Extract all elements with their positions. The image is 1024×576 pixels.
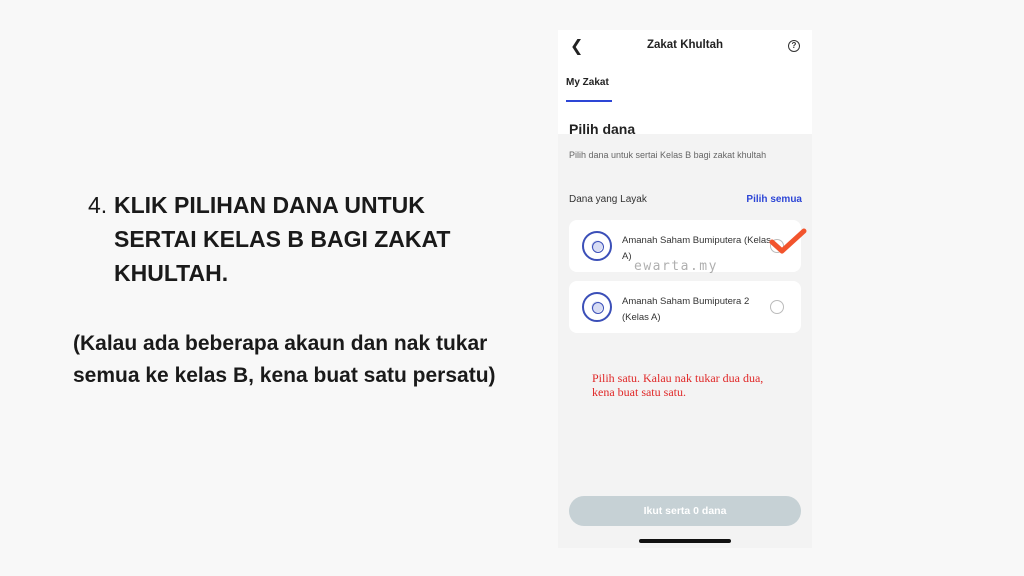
tab-my-zakat[interactable]: My Zakat (566, 77, 609, 88)
phone-screenshot: ❮ Zakat Khultah ? My Zakat Pilih dana Pi… (558, 30, 812, 548)
fund-logo (582, 292, 612, 322)
section-title: Pilih dana (569, 121, 636, 137)
watermark: ewarta.my (634, 259, 718, 274)
fund-radio[interactable] (770, 300, 784, 314)
page-title: Zakat Khultah (646, 39, 724, 51)
fund-card[interactable]: Amanah Saham Bumiputera 2 (Kelas A) (569, 281, 801, 333)
fund-name: Amanah Saham Bumiputera 2 (Kelas A) (622, 296, 750, 323)
fund-logo (582, 231, 612, 261)
tab-underline (566, 100, 612, 102)
join-funds-button[interactable]: Ikut serta 0 dana (569, 496, 801, 526)
eligible-funds-label: Dana yang Layak (569, 194, 647, 205)
instruction-note: (Kalau ada beberapa akaun dan nak tukar … (73, 332, 496, 387)
section-description: Pilih dana untuk sertai Kelas B bagi zak… (569, 150, 767, 160)
checkmark-icon (769, 228, 807, 254)
step-number: 4. (88, 192, 108, 218)
annotation-note: Pilih satu. Kalau nak tukar dua dua, ken… (592, 371, 764, 399)
question-circle-icon[interactable]: ? (788, 40, 800, 52)
home-indicator (639, 539, 731, 543)
app-header: ❮ Zakat Khultah ? My Zakat (558, 30, 812, 134)
instruction-step: 4. KLIK PILIHAN DANA UNTUK SERTAI KELAS … (88, 188, 508, 290)
step-text: KLIK PILIHAN DANA UNTUK SERTAI KELAS B B… (114, 192, 451, 286)
select-all-button[interactable]: Pilih semua (746, 194, 802, 205)
